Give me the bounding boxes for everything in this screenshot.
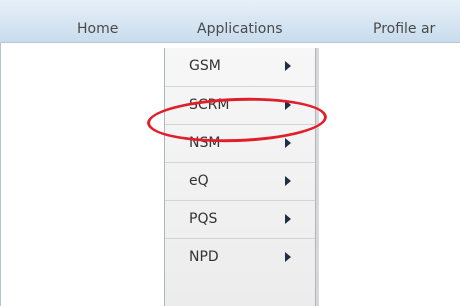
menu-item-label: NPD (189, 249, 219, 265)
nav-home[interactable]: Home (77, 20, 118, 38)
menu-item-label: GSM (189, 58, 221, 74)
menu-item-eq[interactable]: eQ (165, 162, 315, 201)
top-navigation-bar: Home Applications Profile ar (0, 0, 460, 43)
nav-applications[interactable]: Applications (197, 20, 283, 38)
chevron-right-icon (285, 252, 291, 262)
menu-item-label: PQS (189, 211, 218, 227)
chevron-right-icon (285, 176, 291, 186)
chevron-right-icon (285, 214, 291, 224)
window-left-edge (0, 0, 1, 306)
chevron-right-icon (285, 138, 291, 148)
chevron-right-icon (285, 61, 291, 71)
menu-item-label: eQ (189, 173, 209, 189)
applications-dropdown-menu: GSM SCRM NSM eQ PQS NPD (164, 48, 316, 306)
menu-item-pqs[interactable]: PQS (165, 200, 315, 239)
menu-item-npd[interactable]: NPD (165, 238, 315, 277)
menu-item-gsm[interactable]: GSM (165, 48, 315, 86)
nav-profile[interactable]: Profile ar (373, 20, 435, 38)
